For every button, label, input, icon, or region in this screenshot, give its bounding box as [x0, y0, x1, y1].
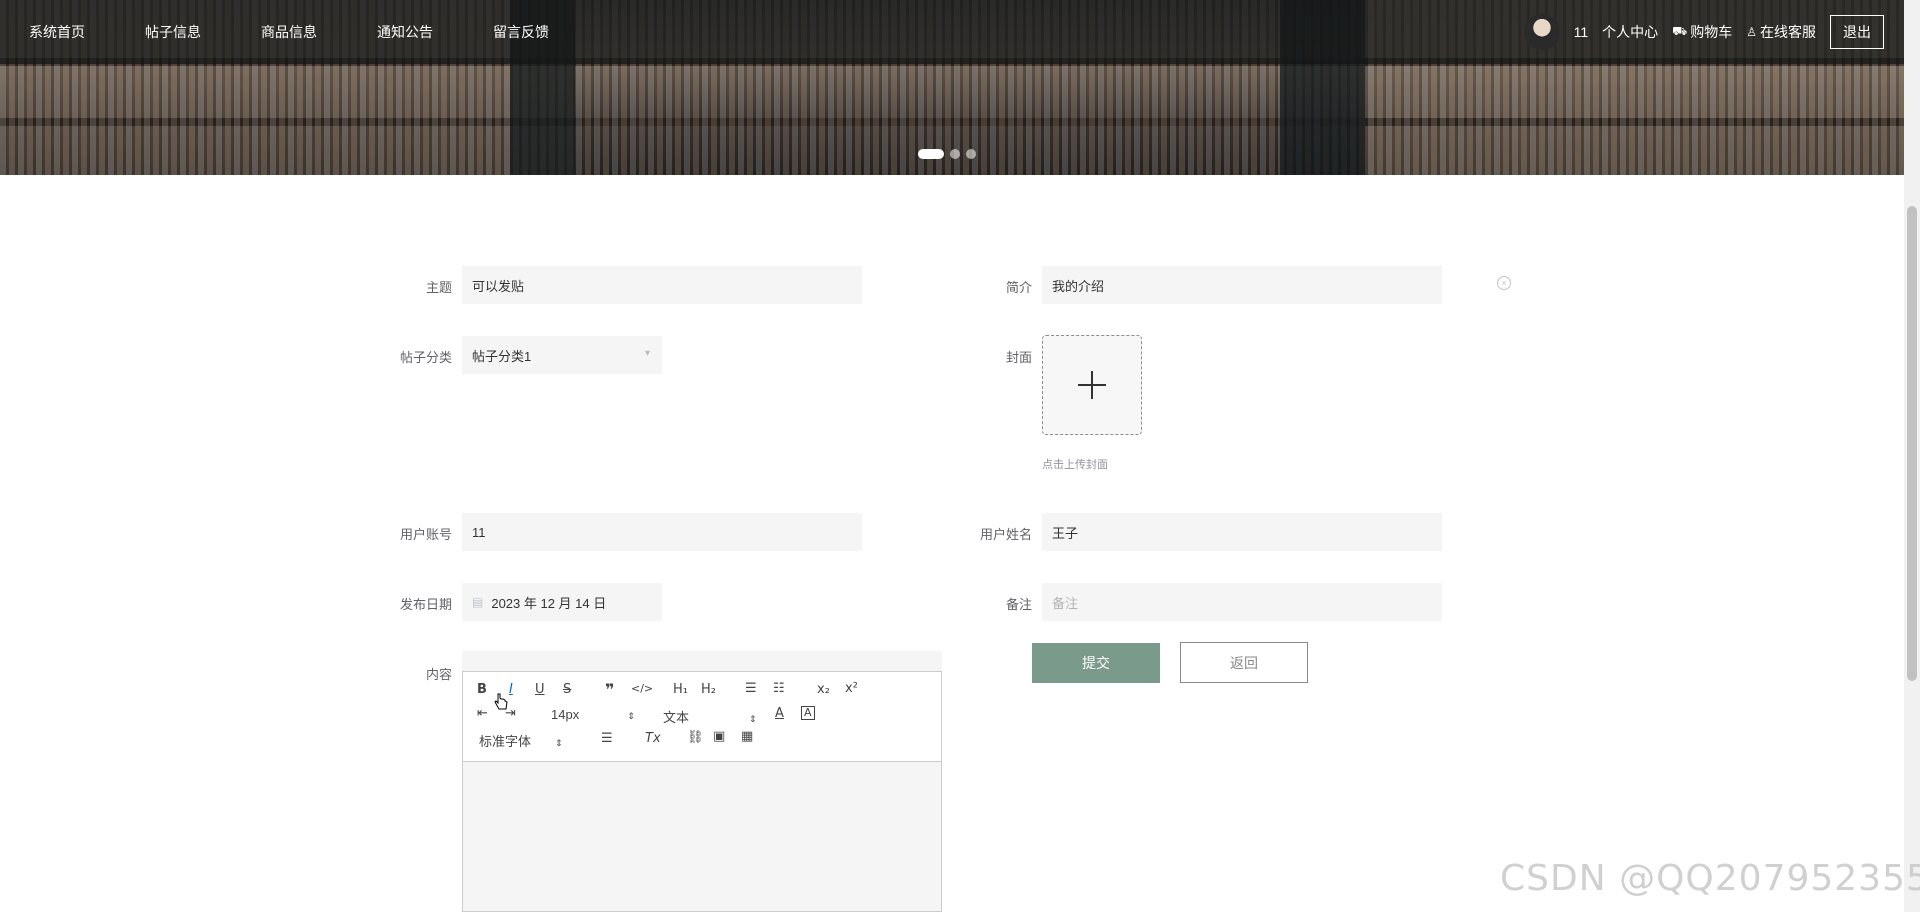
account-label: 用户账号 [399, 527, 452, 542]
title-input[interactable]: 可以发贴 [462, 266, 862, 304]
avatar[interactable] [1523, 14, 1560, 50]
service-label: 在线客服 [1760, 24, 1816, 40]
clear-icon[interactable]: × [1497, 276, 1511, 290]
code-block-icon[interactable]: </> [631, 682, 653, 695]
user-icon: ♙ [1746, 25, 1757, 39]
font-family-select[interactable]: 标准字体 ⇕ [479, 731, 563, 750]
category-select[interactable]: 帖子分类1 ▾ [462, 336, 662, 374]
header-select[interactable]: 文本 ⇕ [663, 707, 757, 726]
remark-input[interactable]: 备注 [1042, 583, 1442, 621]
service-link[interactable]: ♙ 在线客服 [1746, 22, 1816, 42]
name-input[interactable]: 王子 [1042, 513, 1442, 551]
subscript-icon[interactable]: x₂ [817, 682, 830, 697]
plus-icon [1078, 371, 1106, 399]
font-size-select[interactable]: 14px ⇕ [551, 707, 635, 722]
outdent-icon[interactable]: ⇤ [477, 706, 488, 721]
heading1-icon[interactable]: H₁ [673, 682, 688, 697]
link-icon[interactable]: ⛓ [687, 730, 704, 745]
hand-cursor-icon [494, 693, 508, 710]
content-label: 内容 [425, 667, 452, 682]
watermark: CSDN @QQ2079523559 [1500, 858, 1920, 899]
nav-home[interactable]: 系统首页 [29, 22, 85, 42]
blockquote-icon[interactable]: ❞ [605, 680, 614, 699]
font-size-value: 14px [551, 707, 580, 722]
image-icon[interactable]: ▣ [713, 729, 725, 744]
top-navigation: 系统首页 帖子信息 商品信息 通知公告 留言反馈 11 个人中心 ⛟ 购物车 ♙… [0, 0, 1904, 64]
italic-icon[interactable]: I [509, 682, 513, 697]
calendar-icon: ▤ [472, 595, 484, 609]
title-label: 主题 [425, 280, 452, 295]
underline-icon[interactable]: U [535, 682, 545, 697]
cart-link[interactable]: ⛟ 购物车 [1672, 22, 1732, 42]
category-value: 帖子分类1 [472, 348, 532, 364]
user-menu: 11 个人中心 ⛟ 购物车 ♙ 在线客服 退出 [1523, 14, 1884, 50]
logout-button[interactable]: 退出 [1830, 15, 1884, 49]
intro-input[interactable]: 我的介绍 [1042, 266, 1442, 304]
nav-posts[interactable]: 帖子信息 [145, 22, 201, 42]
chevron-down-icon: ▾ [644, 348, 650, 359]
font-color-icon[interactable]: A [775, 706, 784, 721]
nav-feedback[interactable]: 留言反馈 [493, 22, 549, 42]
remark-placeholder: 备注 [1052, 595, 1079, 611]
scrollbar-thumb[interactable] [1907, 206, 1917, 681]
upload-tip: 点击上传封面 [1042, 459, 1108, 471]
strike-icon[interactable]: S [563, 682, 571, 697]
clear-format-icon[interactable]: Tx [645, 731, 661, 746]
username: 11 [1573, 24, 1589, 40]
date-value: 2023 年 12 月 14 日 [491, 595, 607, 611]
name-value: 王子 [1052, 525, 1079, 541]
cart-label: 购物车 [1690, 24, 1733, 40]
nav-products[interactable]: 商品信息 [261, 22, 317, 42]
editor-content-area[interactable] [463, 762, 941, 911]
updown-icon: ⇕ [555, 738, 563, 748]
user-center-link[interactable]: 个人中心 [1602, 22, 1658, 42]
remark-label: 备注 [1005, 597, 1032, 612]
cart-icon: ⛟ [1672, 24, 1688, 38]
account-value: 11 [472, 524, 486, 540]
name-label: 用户姓名 [979, 527, 1032, 542]
submit-button[interactable]: 提交 [1032, 643, 1160, 683]
background-color-icon[interactable]: A [801, 706, 815, 720]
updown-icon: ⇕ [627, 711, 635, 721]
intro-value: 我的介绍 [1052, 278, 1105, 294]
date-picker[interactable]: ▤ 2023 年 12 月 14 日 [462, 583, 662, 621]
align-icon[interactable]: ☰ [601, 731, 613, 746]
cover-label: 封面 [1005, 350, 1032, 365]
intro-label: 简介 [1005, 280, 1032, 295]
carousel-indicators[interactable] [918, 149, 976, 159]
editor-toolbar: B I U S ❞ </> H₁ H₂ ☰ ☷ x₂ x² ⇤ ⇥ 14px ⇕ … [463, 672, 941, 762]
bullet-list-icon[interactable]: ☷ [773, 681, 785, 696]
cover-upload[interactable] [1042, 335, 1142, 435]
video-icon[interactable]: ▦ [741, 729, 753, 744]
rich-text-editor[interactable]: B I U S ❞ </> H₁ H₂ ☰ ☷ x₂ x² ⇤ ⇥ 14px ⇕ … [462, 671, 942, 912]
category-label: 帖子分类 [399, 350, 452, 365]
back-button[interactable]: 返回 [1180, 642, 1308, 683]
superscript-icon[interactable]: x² [845, 681, 858, 696]
font-family-value: 标准字体 [479, 734, 532, 749]
bold-icon[interactable]: B [477, 682, 487, 697]
carousel-dot-3[interactable] [966, 149, 976, 159]
carousel-dot-1[interactable] [918, 149, 944, 159]
updown-icon: ⇕ [749, 714, 757, 724]
nav-notices[interactable]: 通知公告 [377, 22, 433, 42]
heading2-icon[interactable]: H₂ [701, 682, 716, 697]
date-label: 发布日期 [399, 597, 452, 612]
header-value: 文本 [663, 710, 690, 725]
editor-top-strip [462, 651, 942, 671]
title-value: 可以发贴 [472, 278, 525, 294]
page-scrollbar[interactable] [1904, 0, 1920, 912]
ordered-list-icon[interactable]: ☰ [745, 681, 757, 696]
account-input[interactable]: 11 [462, 513, 862, 551]
carousel-dot-2[interactable] [950, 149, 960, 159]
